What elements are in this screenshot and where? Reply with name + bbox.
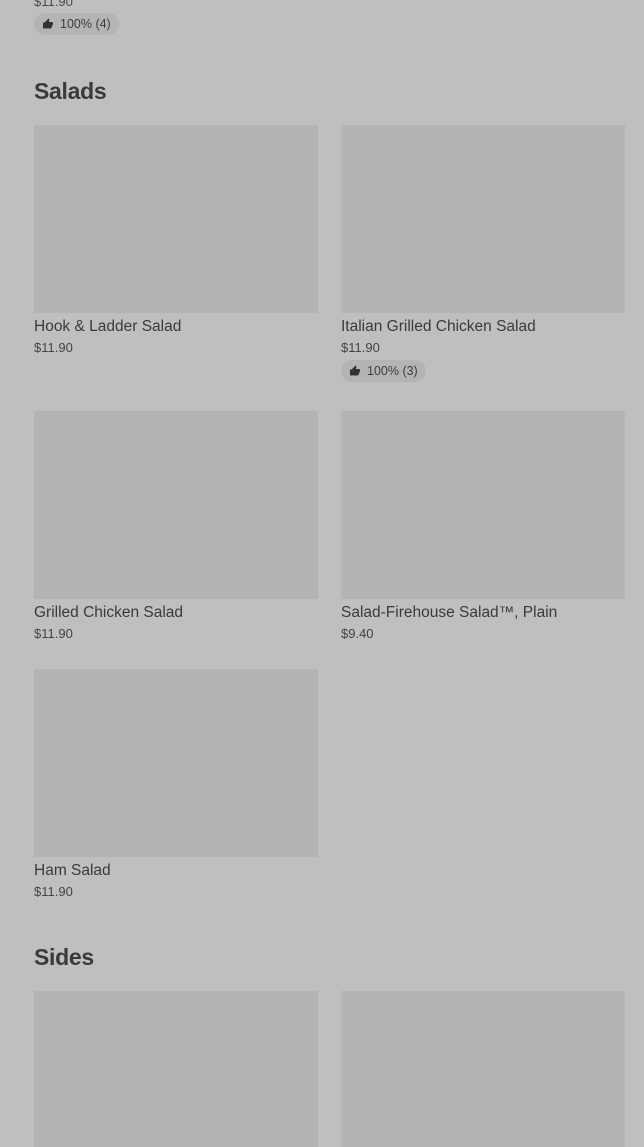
item-price: $11.90 [34,884,73,899]
item-image[interactable] [341,125,625,313]
item-price: $11.90 [341,340,380,355]
thumbs-up-icon [43,18,53,29]
rating-badge: 100% (3) [341,360,426,382]
menu-item-card[interactable] [341,991,625,1147]
menu-item-card[interactable]: Grilled Chicken Salad $11.90 [34,411,318,641]
item-name[interactable]: Ham Salad [34,862,318,880]
item-image[interactable] [341,411,625,599]
menu-item-card[interactable]: Hook & Ladder Salad $11.90 [34,125,318,355]
item-price: $9.40 [341,626,374,641]
item-price: $11.90 [34,0,73,9]
item-image[interactable] [34,411,318,599]
thumbs-up-icon [350,365,360,376]
rating-text: 100% (4) [60,17,111,31]
item-image[interactable] [34,125,318,313]
menu-item-card[interactable]: Salad-Firehouse Salad™, Plain $9.40 [341,411,625,641]
item-name[interactable]: Italian Grilled Chicken Salad [341,318,625,336]
item-price: $11.90 [34,340,73,355]
section-title-sides: Sides [34,944,94,970]
menu-item-card[interactable]: Ham Salad $11.90 [34,669,318,899]
item-image[interactable] [34,991,318,1147]
item-name[interactable]: Hook & Ladder Salad [34,318,318,336]
rating-text: 100% (3) [367,364,418,378]
item-price: $11.90 [34,626,73,641]
item-name[interactable]: Grilled Chicken Salad [34,604,318,622]
item-image[interactable] [341,991,625,1147]
item-name[interactable]: Salad-Firehouse Salad™, Plain [341,604,625,622]
menu-item-card[interactable]: Italian Grilled Chicken Salad $11.90 100… [341,125,625,382]
rating-badge: 100% (4) [34,13,119,35]
section-title-salads: Salads [34,78,107,104]
item-image[interactable] [34,669,318,857]
menu-item-card[interactable] [34,991,318,1147]
